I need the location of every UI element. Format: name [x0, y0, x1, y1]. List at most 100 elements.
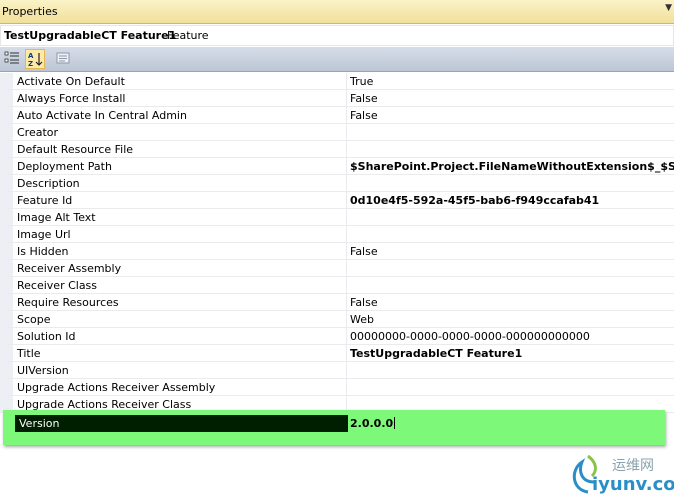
- property-row[interactable]: Is Hidden False: [0, 243, 674, 260]
- property-name-cell[interactable]: Scope: [0, 311, 346, 328]
- property-name-cell[interactable]: Upgrade Actions Receiver Assembly: [0, 379, 346, 396]
- property-value-cell[interactable]: $SharePoint.Project.FileNameWithoutExten…: [346, 158, 674, 175]
- properties-toolbar: A Z: [0, 47, 674, 72]
- property-row[interactable]: Upgrade Actions Receiver Assembly: [0, 379, 674, 396]
- property-pages-icon: [56, 52, 70, 64]
- property-value-cell[interactable]: TestUpgradableCT Feature1: [346, 345, 674, 362]
- object-type: Feature: [167, 29, 209, 42]
- property-pages-button[interactable]: [54, 49, 74, 69]
- property-value: $SharePoint.Project.FileNameWithoutExten…: [350, 160, 674, 173]
- object-selector[interactable]: TestUpgradableCT Feature1 Feature: [0, 25, 674, 46]
- property-name: Default Resource File: [17, 143, 134, 156]
- property-name-cell[interactable]: Feature Id: [0, 192, 346, 209]
- property-row[interactable]: Scope Web: [0, 311, 674, 328]
- sort-az-icon: A Z: [28, 52, 43, 67]
- property-name: Receiver Class: [17, 279, 98, 292]
- property-value: False: [350, 92, 378, 105]
- property-name-cell[interactable]: Deployment Path: [0, 158, 346, 175]
- property-value-cell[interactable]: True: [346, 73, 674, 90]
- property-row[interactable]: Image Url: [0, 226, 674, 243]
- selected-property-label: Version: [19, 417, 60, 430]
- property-value: False: [350, 109, 378, 122]
- version-row-highlight: Version 2.0.0.0: [3, 410, 665, 445]
- property-value-cell[interactable]: False: [346, 294, 674, 311]
- property-name-cell[interactable]: Receiver Class: [0, 277, 346, 294]
- property-name-cell[interactable]: Title: [0, 345, 346, 362]
- property-name: Description: [17, 177, 80, 190]
- property-name-cell[interactable]: UIVersion: [0, 362, 346, 379]
- property-value-cell[interactable]: [346, 141, 674, 158]
- property-name-cell[interactable]: Is Hidden: [0, 243, 346, 260]
- property-name: Require Resources: [17, 296, 119, 309]
- property-row[interactable]: Solution Id 00000000-0000-0000-0000-00000…: [0, 328, 674, 345]
- property-name-cell[interactable]: Image Alt Text: [0, 209, 346, 226]
- property-value: False: [350, 296, 378, 309]
- categorized-button[interactable]: [3, 49, 23, 69]
- property-name-cell[interactable]: Auto Activate In Central Admin: [0, 107, 346, 124]
- property-name: Scope: [17, 313, 51, 326]
- property-value-cell[interactable]: [346, 124, 674, 141]
- property-row[interactable]: Feature Id 0d10e4f5-592a-45f5-bab6-f949cc…: [0, 192, 674, 209]
- property-value: 0d10e4f5-592a-45f5-bab6-f949ccafab41: [350, 194, 600, 207]
- property-name: Title: [17, 347, 41, 360]
- property-name-cell[interactable]: Default Resource File: [0, 141, 346, 158]
- property-value-cell[interactable]: [346, 362, 674, 379]
- property-name-cell[interactable]: Description: [0, 175, 346, 192]
- property-name: UIVersion: [17, 364, 69, 377]
- panel-title: Properties: [2, 5, 58, 18]
- property-row[interactable]: Image Alt Text: [0, 209, 674, 226]
- property-value-cell[interactable]: 00000000-0000-0000-0000-000000000000: [346, 328, 674, 345]
- property-row[interactable]: Creator: [0, 124, 674, 141]
- property-row[interactable]: Receiver Assembly: [0, 260, 674, 277]
- property-name: Deployment Path: [17, 160, 112, 173]
- property-value-cell[interactable]: 0d10e4f5-592a-45f5-bab6-f949ccafab41: [346, 192, 674, 209]
- svg-text:A: A: [28, 52, 34, 60]
- property-value-cell[interactable]: [346, 226, 674, 243]
- property-row[interactable]: Always Force Install False: [0, 90, 674, 107]
- property-row[interactable]: Description: [0, 175, 674, 192]
- property-name: Auto Activate In Central Admin: [17, 109, 187, 122]
- property-row[interactable]: Default Resource File: [0, 141, 674, 158]
- property-name-cell[interactable]: Creator: [0, 124, 346, 141]
- property-row[interactable]: Receiver Class: [0, 277, 674, 294]
- property-name: Is Hidden: [17, 245, 69, 258]
- property-name: Always Force Install: [17, 92, 126, 105]
- selected-property-name[interactable]: Version: [15, 415, 348, 432]
- property-value: Web: [350, 313, 374, 326]
- property-name-cell[interactable]: Require Resources: [0, 294, 346, 311]
- property-name-cell[interactable]: Solution Id: [0, 328, 346, 345]
- property-row[interactable]: Deployment Path $SharePoint.Project.FileN…: [0, 158, 674, 175]
- property-value: True: [350, 75, 374, 88]
- version-value-text: 2.0.0.0: [350, 417, 394, 430]
- property-name-cell[interactable]: Activate On Default: [0, 73, 346, 90]
- property-value-cell[interactable]: [346, 277, 674, 294]
- property-name: Solution Id: [17, 330, 76, 343]
- property-value-cell[interactable]: Web: [346, 311, 674, 328]
- property-row[interactable]: UIVersion: [0, 362, 674, 379]
- property-grid: Activate On Default True Always Force Inst…: [0, 73, 674, 413]
- property-value-cell[interactable]: [346, 379, 674, 396]
- property-value-cell[interactable]: [346, 209, 674, 226]
- property-value-cell[interactable]: [346, 260, 674, 277]
- text-caret: [394, 417, 396, 429]
- property-row[interactable]: Activate On Default True: [0, 73, 674, 90]
- alphabetical-button[interactable]: A Z: [25, 49, 45, 69]
- property-name: Receiver Assembly: [17, 262, 122, 275]
- property-name-cell[interactable]: Receiver Assembly: [0, 260, 346, 277]
- property-value: 00000000-0000-0000-0000-000000000000: [350, 330, 590, 343]
- property-value-cell[interactable]: False: [346, 243, 674, 260]
- svg-text:Z: Z: [28, 60, 33, 67]
- object-name: TestUpgradableCT Feature1: [4, 29, 177, 42]
- property-value-cell[interactable]: False: [346, 107, 674, 124]
- property-name-cell[interactable]: Always Force Install: [0, 90, 346, 107]
- property-row[interactable]: Require Resources False: [0, 294, 674, 311]
- dropdown-arrow-icon[interactable]: ▼: [665, 3, 672, 13]
- property-value-cell[interactable]: False: [346, 90, 674, 107]
- selected-property-value[interactable]: 2.0.0.0: [350, 417, 396, 430]
- property-name: Image Alt Text: [17, 211, 96, 224]
- property-value-cell[interactable]: [346, 175, 674, 192]
- property-row[interactable]: Auto Activate In Central Admin False: [0, 107, 674, 124]
- property-name: Creator: [17, 126, 59, 139]
- property-row[interactable]: Title TestUpgradableCT Feature1: [0, 345, 674, 362]
- property-name-cell[interactable]: Image Url: [0, 226, 346, 243]
